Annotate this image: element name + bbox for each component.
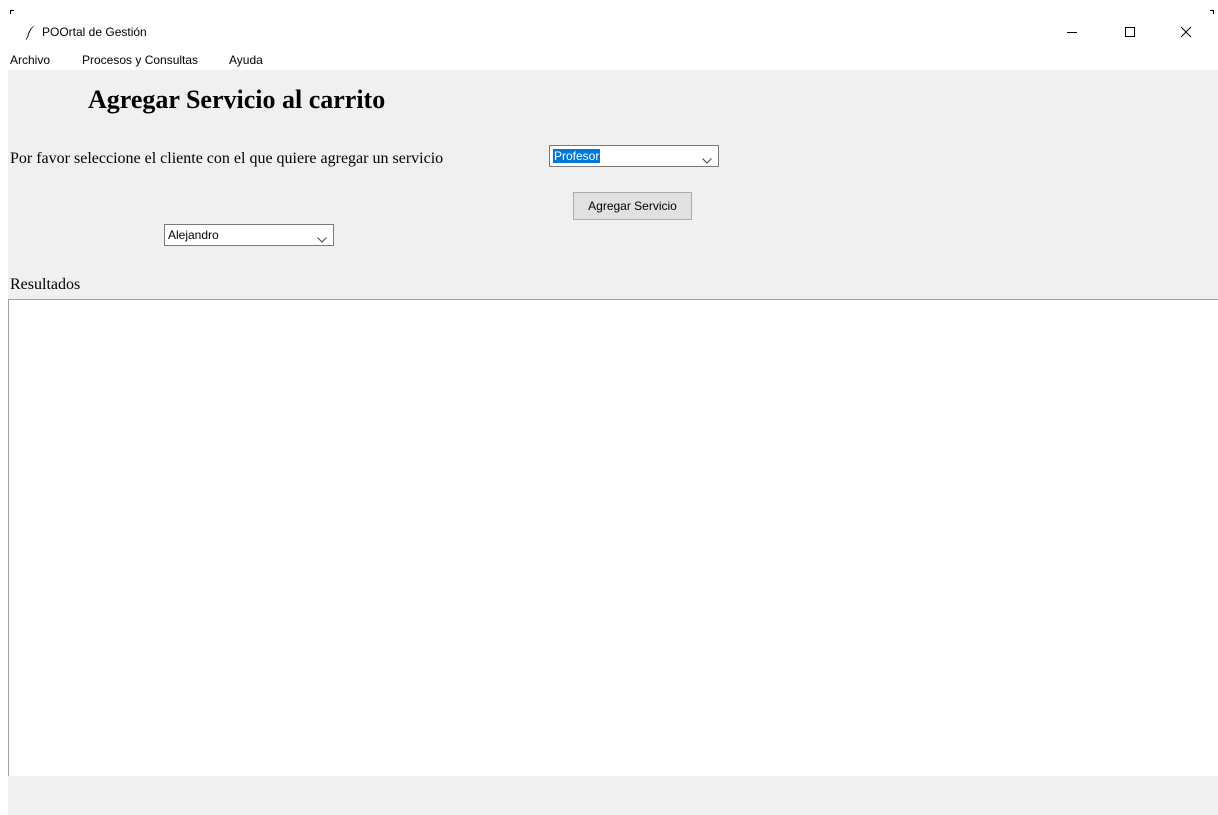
client-value: Alejandro	[168, 228, 219, 242]
results-text-area[interactable]	[8, 299, 1218, 776]
maximize-icon	[1124, 26, 1136, 38]
chevron-down-icon	[317, 232, 327, 246]
client-select[interactable]: Alejandro	[164, 224, 334, 246]
window-title: POOrtal de Gestión	[42, 25, 147, 39]
chevron-down-icon	[702, 153, 712, 167]
menu-procesos-y-consultas[interactable]: Procesos y Consultas	[82, 52, 198, 68]
menu-ayuda[interactable]: Ayuda	[229, 52, 263, 68]
feather-icon	[24, 24, 38, 40]
service-type-value: Profesor	[553, 149, 601, 163]
minimize-icon	[1066, 26, 1078, 38]
close-icon	[1180, 26, 1192, 38]
window-corner	[1210, 10, 1214, 14]
add-service-button[interactable]: Agregar Servicio	[573, 192, 692, 220]
title-bar: POOrtal de Gestión	[8, 0, 1218, 46]
window-corner	[10, 10, 14, 14]
menu-bar: Archivo Procesos y Consultas Ayuda	[8, 50, 1218, 70]
page-title: Agregar Servicio al carrito	[88, 85, 386, 114]
menu-archivo[interactable]: Archivo	[10, 52, 50, 68]
client-prompt-label: Por favor seleccione el cliente con el q…	[10, 150, 444, 167]
service-type-select[interactable]: Profesor	[549, 145, 719, 167]
close-button[interactable]	[1163, 18, 1209, 46]
results-label: Resultados	[10, 276, 81, 293]
main-content: Agregar Servicio al carrito Por favor se…	[8, 70, 1218, 815]
maximize-button[interactable]	[1107, 18, 1153, 46]
minimize-button[interactable]	[1049, 18, 1095, 46]
